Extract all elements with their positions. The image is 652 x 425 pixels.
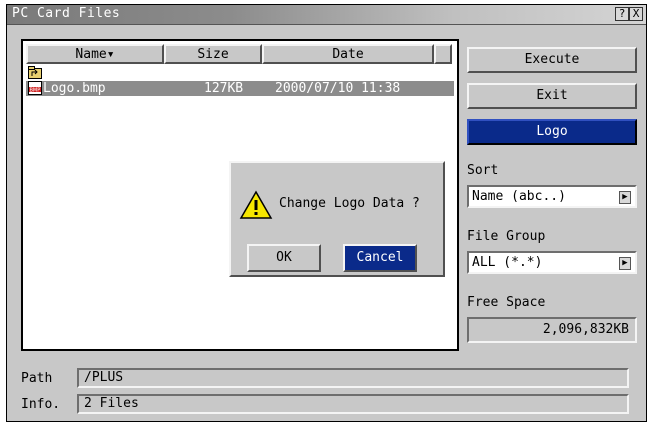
bmp-file-icon: BMP (28, 81, 42, 95)
title-bar: PC Card Files ? X (7, 5, 646, 25)
cancel-button[interactable]: Cancel (343, 244, 417, 272)
sort-select[interactable]: Name (abc..) ▶ (467, 185, 637, 208)
file-size: 127KB (204, 81, 244, 96)
pc-card-files-window: PC Card Files ? X Name▾ Size Date BMP Lo… (6, 4, 647, 422)
ok-button[interactable]: OK (247, 244, 321, 272)
sort-label: Sort (467, 163, 499, 178)
info-label: Info. (21, 397, 61, 412)
list-item-logo-bmp[interactable]: BMP Logo.bmp 127KB 2000/07/10 11:38 (26, 81, 454, 96)
list-item-parent-folder[interactable] (26, 65, 454, 80)
file-group-label: File Group (467, 229, 546, 244)
column-header-size[interactable]: Size (164, 44, 262, 64)
free-space-value: 2,096,832KB (467, 317, 637, 343)
dialog-message: Change Logo Data ? (279, 196, 420, 211)
window-title: PC Card Files (12, 6, 121, 21)
column-header-end (434, 44, 452, 64)
path-field: /PLUS (77, 368, 629, 388)
dropdown-arrow-icon[interactable]: ▶ (619, 257, 631, 270)
confirm-dialog: Change Logo Data ? OK Cancel (229, 161, 445, 277)
logo-button[interactable]: Logo (467, 119, 637, 145)
column-header-name[interactable]: Name▾ (26, 44, 164, 64)
file-name: Logo.bmp (43, 81, 106, 96)
path-label: Path (21, 371, 53, 386)
dropdown-arrow-icon[interactable]: ▶ (619, 191, 631, 204)
execute-button[interactable]: Execute (467, 47, 637, 73)
info-field: 2 Files (77, 394, 629, 414)
file-date: 2000/07/10 11:38 (275, 81, 401, 96)
svg-text:BMP: BMP (30, 88, 41, 94)
column-header-date[interactable]: Date (262, 44, 434, 64)
sort-value: Name (abc..) (472, 189, 566, 204)
free-space-label: Free Space (467, 295, 546, 310)
parent-folder-icon (28, 66, 42, 79)
close-button[interactable]: X (629, 7, 643, 21)
warning-icon (239, 190, 273, 219)
file-group-value: ALL (*.*) (472, 255, 543, 270)
file-group-select[interactable]: ALL (*.*) ▶ (467, 251, 637, 274)
exit-button[interactable]: Exit (467, 83, 637, 109)
help-button[interactable]: ? (615, 7, 629, 21)
